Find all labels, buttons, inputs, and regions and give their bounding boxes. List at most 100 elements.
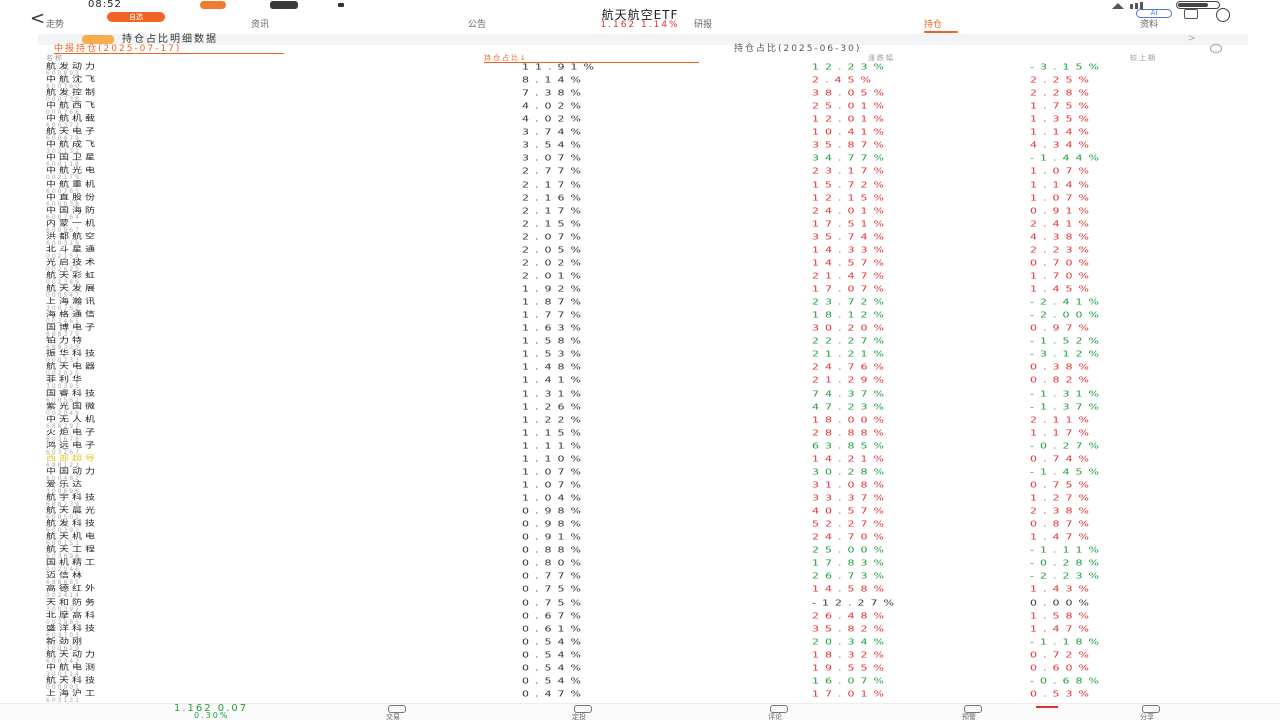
ai-button[interactable]: AI: [1136, 9, 1172, 18]
weight-change: 2.38%: [1030, 506, 1095, 516]
status-dot-icon: [338, 3, 344, 7]
share-bottom-icon[interactable]: [1142, 705, 1160, 713]
stock-name: 火炬电子: [46, 427, 98, 437]
price-change: 21.21%: [812, 349, 890, 360]
report-selector: 中报持仓(2025-07-17) 持仓占比(2025-06-30): [0, 44, 1280, 54]
bottom-invest[interactable]: 定投: [572, 713, 586, 720]
price-change: 14.21%: [812, 454, 890, 464]
price-change: 24.01%: [812, 206, 890, 216]
holding-weight: 0.67%: [522, 611, 587, 621]
stock-name: 中航沈飞: [46, 75, 98, 84]
price-change: -12.27%: [812, 598, 900, 608]
tab-news[interactable]: 资讯: [251, 20, 269, 31]
price-change: 33.37%: [812, 493, 890, 503]
stock-name: 北摩高科: [46, 610, 98, 620]
stock-name: 中航光电: [46, 166, 98, 175]
stock-name: 中国海防: [46, 205, 98, 215]
weight-change: 2.28%: [1030, 88, 1095, 98]
weight-change: 1.14%: [1030, 180, 1095, 190]
price-change: 18.12%: [812, 310, 890, 320]
price-change: 30.20%: [812, 323, 890, 333]
invest-icon[interactable]: [574, 705, 592, 713]
holding-weight: 1.48%: [522, 363, 587, 373]
price-change: 25.01%: [812, 101, 890, 111]
weight-change: -1.44%: [1030, 154, 1105, 164]
weight-change: -0.68%: [1030, 676, 1105, 686]
bottom-alert[interactable]: 预警: [962, 713, 976, 720]
holding-weight: 1.63%: [522, 323, 587, 333]
comment-icon[interactable]: [770, 705, 788, 713]
tab-profile[interactable]: 资料: [1140, 20, 1158, 31]
holding-weight: 1.26%: [522, 402, 587, 412]
holding-weight: 0.98%: [522, 506, 587, 516]
weight-change: -0.27%: [1030, 441, 1105, 451]
tab-active-indicator: [924, 31, 958, 33]
stock-name: 中航机载: [46, 114, 98, 123]
holding-weight: 2.02%: [522, 258, 587, 268]
stock-name: 国机精工: [46, 558, 98, 567]
trade-icon[interactable]: [388, 705, 406, 713]
stock-name: 国睿科技: [46, 388, 98, 398]
weight-change: -1.45%: [1030, 467, 1105, 477]
holding-weight: 1.92%: [522, 284, 587, 294]
weight-change: 0.00%: [1030, 598, 1095, 608]
holding-weight: 2.05%: [522, 245, 587, 255]
help-icon[interactable]: [1210, 44, 1222, 53]
stock-name: 航发控制: [46, 88, 98, 97]
stock-name: 洪都航空: [46, 232, 98, 241]
stock-name: 中国卫星: [46, 153, 98, 162]
holding-weight: 0.77%: [522, 571, 587, 582]
holding-weight: 0.98%: [522, 519, 587, 529]
price-change: 22.27%: [812, 336, 890, 346]
holdings-table: 航发动力 600893 11.91% 12.23% -3.15% 中航沈飞 600760 8.…: [0, 62, 1280, 704]
stock-name: 天和防务: [46, 597, 98, 606]
holding-weight: 0.54%: [522, 650, 587, 660]
tab-research[interactable]: 研报: [694, 20, 712, 31]
tab-announcements[interactable]: 公告: [468, 20, 486, 31]
price-change: 23.17%: [812, 167, 890, 177]
holding-weight: 0.47%: [522, 689, 587, 699]
holding-weight: 1.87%: [522, 297, 587, 307]
weight-change: 1.27%: [1030, 493, 1095, 503]
holding-weight: 0.88%: [522, 545, 587, 555]
stock-name: 航天发展: [46, 284, 98, 293]
bottom-share[interactable]: 分享: [1140, 713, 1154, 720]
weight-change: 1.35%: [1030, 114, 1095, 124]
stock-name: 中航西飞: [46, 101, 98, 110]
weight-change: -2.41%: [1030, 297, 1105, 307]
tab-holdings[interactable]: 持仓: [924, 20, 942, 31]
weight-change: 1.45%: [1030, 284, 1095, 294]
price-change: 31.08%: [812, 480, 890, 490]
holding-weight: 1.77%: [522, 310, 587, 320]
price-change: 20.34%: [812, 637, 890, 647]
weight-change: 2.25%: [1030, 75, 1095, 85]
weight-change: 0.91%: [1030, 206, 1095, 216]
bottom-percent: 0.30%: [194, 711, 230, 720]
price-change: 26.48%: [812, 611, 890, 621]
price-change: 14.57%: [812, 258, 890, 268]
column-vs-previous[interactable]: 较上期: [1130, 54, 1157, 63]
holding-weight: 0.91%: [522, 532, 587, 542]
stock-name: 国博电子: [46, 323, 98, 332]
price-change: 12.23%: [812, 62, 890, 72]
holding-weight: 4.02%: [522, 101, 587, 111]
holding-weight: 0.75%: [522, 598, 587, 608]
holding-weight: 4.02%: [522, 114, 587, 124]
weight-change: -1.18%: [1030, 637, 1105, 647]
price-change: 12.15%: [812, 193, 890, 203]
bottom-trade[interactable]: 交易: [386, 713, 400, 720]
weight-change: 0.70%: [1030, 258, 1095, 268]
holding-weight: 2.01%: [522, 271, 587, 281]
share-icon[interactable]: [1184, 9, 1198, 19]
stock-name: 中国动力: [46, 467, 98, 476]
stock-name: 北斗星通: [46, 245, 98, 254]
price-change: 17.51%: [812, 219, 890, 229]
weight-change: 0.72%: [1030, 650, 1095, 660]
holding-weight: 11.91%: [522, 62, 600, 72]
holding-weight: 0.75%: [522, 585, 587, 595]
bottom-comment[interactable]: 评论: [768, 713, 782, 720]
weight-change: 0.75%: [1030, 480, 1095, 490]
tab-trend[interactable]: 走势: [46, 20, 64, 31]
alert-icon[interactable]: [964, 705, 982, 713]
holding-weight: 7.38%: [522, 88, 587, 98]
